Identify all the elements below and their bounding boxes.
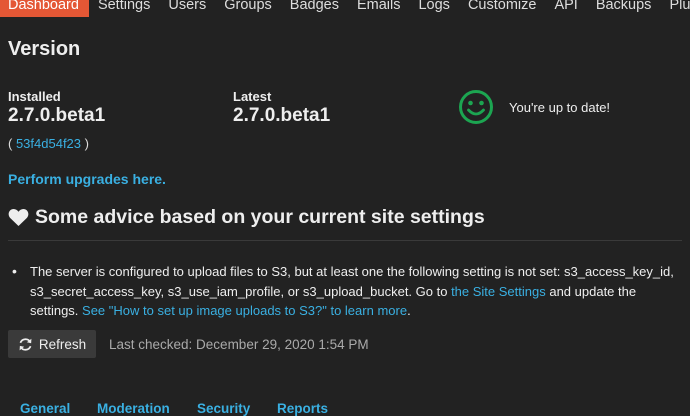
nav-logs[interactable]: Logs [409, 0, 458, 17]
tab-general[interactable]: General [20, 401, 70, 416]
smile-icon [459, 90, 493, 124]
refresh-icon [19, 337, 32, 351]
latest-label: Latest [233, 89, 272, 104]
installed-version: 2.7.0.beta1 [8, 105, 106, 126]
version-heading: Version [8, 38, 81, 60]
nav-users[interactable]: Users [159, 0, 215, 17]
list-item: • The server is configured to upload fil… [12, 262, 684, 321]
advice-heading: Some advice based on your current site s… [8, 206, 485, 229]
refresh-label: Refresh [38, 336, 87, 352]
hash-close: ) [81, 136, 89, 151]
hash-open: ( [8, 136, 16, 151]
s3-howto-link[interactable]: See "How to set up image uploads to S3?"… [82, 303, 407, 318]
advice-message: The server is configured to upload files… [30, 262, 684, 321]
nav-dashboard[interactable]: Dashboard [0, 0, 89, 17]
nav-badges[interactable]: Badges [281, 0, 348, 17]
installed-label: Installed [8, 89, 61, 104]
heart-icon [8, 209, 29, 226]
tab-reports[interactable]: Reports [277, 401, 328, 416]
site-settings-link[interactable]: the Site Settings [451, 284, 546, 299]
advice-title-text: Some advice based on your current site s… [35, 206, 485, 228]
advice-list: • The server is configured to upload fil… [12, 262, 684, 321]
admin-nav: Dashboard Settings Users Groups Badges E… [0, 0, 690, 17]
nav-customize[interactable]: Customize [459, 0, 546, 17]
nav-emails[interactable]: Emails [348, 0, 410, 17]
latest-version: 2.7.0.beta1 [233, 105, 331, 126]
advice-period: . [407, 303, 411, 318]
perform-upgrades-link[interactable]: Perform upgrades here. [8, 171, 166, 187]
nav-groups[interactable]: Groups [215, 0, 281, 17]
commit-hash-link[interactable]: 53f4d54f23 [16, 136, 81, 151]
refresh-button[interactable]: Refresh [8, 330, 96, 358]
last-checked-text: Last checked: December 29, 2020 1:54 PM [109, 337, 369, 352]
section-divider [8, 240, 682, 241]
bullet: • [12, 263, 17, 279]
nav-plugins[interactable]: Plugins [660, 0, 690, 17]
commit-hash: ( 53f4d54f23 ) [8, 136, 89, 151]
nav-api[interactable]: API [545, 0, 586, 17]
tab-security[interactable]: Security [197, 401, 250, 416]
nav-backups[interactable]: Backups [587, 0, 661, 17]
nav-settings[interactable]: Settings [89, 0, 159, 17]
tab-moderation[interactable]: Moderation [97, 401, 170, 416]
up-to-date-status: You're up to date! [509, 100, 611, 115]
